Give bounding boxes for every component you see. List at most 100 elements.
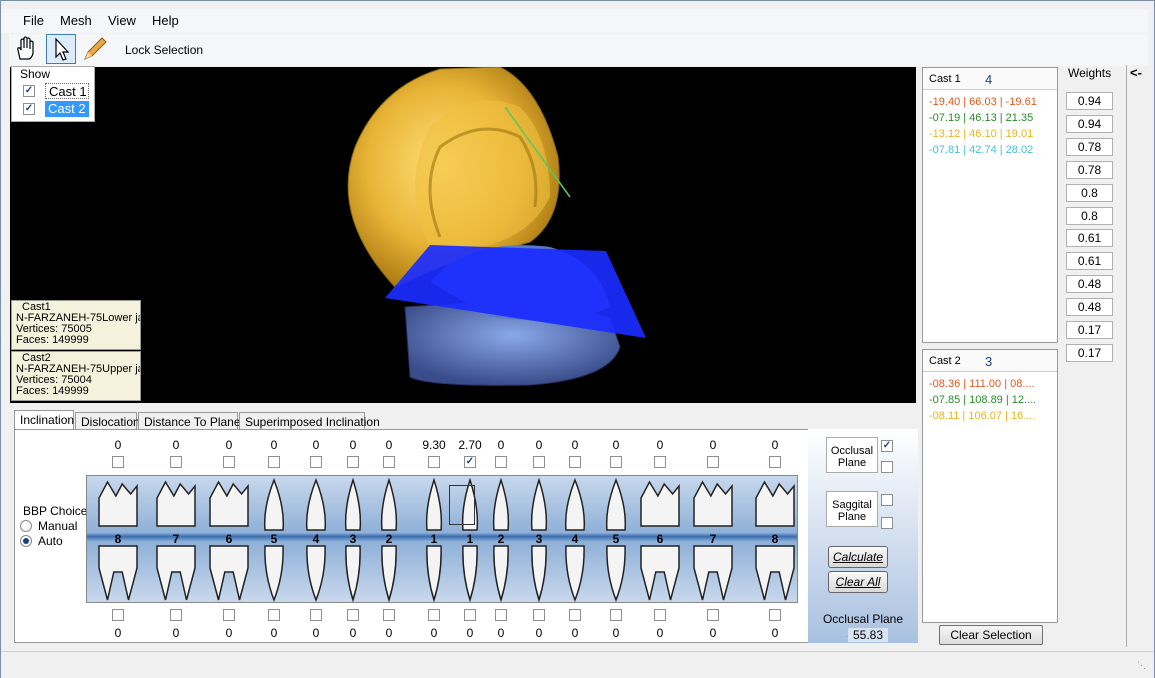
sagittal-checkbox-1[interactable] xyxy=(881,494,893,506)
upper-tooth-0-icon[interactable] xyxy=(97,478,139,532)
show-cast1-label[interactable]: Cast 1 xyxy=(45,83,89,99)
bottom-checkbox-3[interactable] xyxy=(268,609,280,621)
upper-tooth-2-icon[interactable] xyxy=(208,478,250,532)
weight-field-11[interactable]: 0.17 xyxy=(1066,343,1113,362)
top-checkbox-5[interactable] xyxy=(347,456,359,468)
lower-tooth-10-icon[interactable] xyxy=(529,544,549,602)
occlusal-plane-box[interactable]: Occlusal Plane xyxy=(826,437,878,473)
show-cast1-checkbox[interactable] xyxy=(23,85,35,97)
lower-tooth-15-icon[interactable] xyxy=(754,544,796,602)
lower-tooth-9-icon[interactable] xyxy=(491,544,511,602)
top-checkbox-0[interactable] xyxy=(112,456,124,468)
upper-tooth-11-icon[interactable] xyxy=(563,478,587,532)
top-checkbox-10[interactable] xyxy=(533,456,545,468)
upper-tooth-7-icon[interactable] xyxy=(424,478,444,532)
lower-tooth-13-icon[interactable] xyxy=(639,544,681,602)
bottom-checkbox-7[interactable] xyxy=(428,609,440,621)
lower-tooth-5-icon[interactable] xyxy=(343,544,363,602)
menu-view[interactable]: View xyxy=(108,13,136,28)
upper-tooth-9-icon[interactable] xyxy=(491,478,511,532)
bottom-checkbox-14[interactable] xyxy=(707,609,719,621)
top-checkbox-3[interactable] xyxy=(268,456,280,468)
pencil-icon[interactable] xyxy=(80,34,110,64)
bottom-checkbox-12[interactable] xyxy=(610,609,622,621)
cast2_list-row-0[interactable]: -08.36 | 111.00 | 08.... xyxy=(923,376,1057,392)
show-cast2-label[interactable]: Cast 2 xyxy=(45,101,89,117)
weight-field-5[interactable]: 0.8 xyxy=(1066,206,1113,225)
weight-field-0[interactable]: 0.94 xyxy=(1066,92,1113,110)
3d-viewport[interactable] xyxy=(10,67,916,403)
bottom-checkbox-11[interactable] xyxy=(569,609,581,621)
bbp-manual-radio[interactable] xyxy=(20,520,32,532)
tab-distance-to-plane[interactable]: Distance To Plane xyxy=(138,412,241,430)
occlusal-checkbox-2[interactable] xyxy=(881,461,893,473)
menu-mesh[interactable]: Mesh xyxy=(60,13,92,28)
hand-tool-icon[interactable] xyxy=(11,34,41,64)
calculate-button[interactable]: Calculate xyxy=(828,546,888,568)
resize-grip-icon[interactable]: ⋱ xyxy=(1137,660,1146,671)
top-checkbox-2[interactable] xyxy=(223,456,235,468)
top-checkbox-12[interactable] xyxy=(610,456,622,468)
upper-tooth-1-icon[interactable] xyxy=(155,478,197,532)
clear-selection-button[interactable]: Clear Selection xyxy=(939,625,1043,645)
teeth-chart[interactable]: 8 7 6 5 4 3 2 1 1 2 3 4 5 6 7 8 xyxy=(86,475,798,603)
cast1-list-panel[interactable]: Cast 1 4 -19.40 | 66.03 | -19.61 -07.19 |… xyxy=(922,67,1058,343)
sagittal-checkbox-2[interactable] xyxy=(881,517,893,529)
bottom-checkbox-4[interactable] xyxy=(310,609,322,621)
top-checkbox-11[interactable] xyxy=(569,456,581,468)
bottom-checkbox-15[interactable] xyxy=(769,609,781,621)
cast1_list-row-2[interactable]: -13.12 | 46.10 | 19.01 xyxy=(923,126,1057,142)
occlusal-checkbox-1[interactable] xyxy=(881,440,893,452)
lower-tooth-8-icon[interactable] xyxy=(460,544,480,602)
cast1_list-row-3[interactable]: -07.81 | 42.74 | 28.02 xyxy=(923,142,1057,158)
bottom-checkbox-1[interactable] xyxy=(170,609,182,621)
menu-file[interactable]: File xyxy=(23,13,44,28)
lower-tooth-1-icon[interactable] xyxy=(155,544,197,602)
top-checkbox-14[interactable] xyxy=(707,456,719,468)
cast1_list-row-0[interactable]: -19.40 | 66.03 | -19.61 xyxy=(923,94,1057,110)
lower-tooth-2-icon[interactable] xyxy=(208,544,250,602)
top-checkbox-7[interactable] xyxy=(428,456,440,468)
weight-field-9[interactable]: 0.48 xyxy=(1066,298,1113,317)
clear-all-button[interactable]: Clear All xyxy=(828,571,888,593)
bottom-checkbox-13[interactable] xyxy=(654,609,666,621)
lower-tooth-7-icon[interactable] xyxy=(424,544,444,602)
bottom-checkbox-2[interactable] xyxy=(223,609,235,621)
top-checkbox-15[interactable] xyxy=(769,456,781,468)
lower-tooth-11-icon[interactable] xyxy=(563,544,587,602)
weight-field-10[interactable]: 0.17 xyxy=(1066,321,1113,339)
weight-field-1[interactable]: 0.94 xyxy=(1066,114,1113,133)
upper-tooth-5-icon[interactable] xyxy=(343,478,363,532)
weight-field-3[interactable]: 0.78 xyxy=(1066,160,1113,179)
upper-tooth-13-icon[interactable] xyxy=(639,478,681,532)
top-checkbox-9[interactable] xyxy=(495,456,507,468)
weight-field-8[interactable]: 0.48 xyxy=(1066,275,1113,294)
cast2-list-panel[interactable]: Cast 2 3 -08.36 | 111.00 | 08.... -07.85 … xyxy=(922,349,1058,623)
lower-tooth-12-icon[interactable] xyxy=(604,544,628,602)
bottom-checkbox-10[interactable] xyxy=(533,609,545,621)
lower-tooth-4-icon[interactable] xyxy=(304,544,328,602)
tab-inclination[interactable]: Inclination xyxy=(14,410,74,430)
bbp-auto-label[interactable]: Auto xyxy=(38,534,63,548)
cast2_list-row-1[interactable]: -07.85 | 108.89 | 12.... xyxy=(923,392,1057,408)
upper-tooth-3-icon[interactable] xyxy=(262,478,286,532)
lock-selection-label[interactable]: Lock Selection xyxy=(125,43,203,57)
upper-tooth-6-icon[interactable] xyxy=(379,478,399,532)
show-cast2-checkbox[interactable] xyxy=(23,103,35,115)
tab-dislocation[interactable]: Dislocation xyxy=(75,412,140,430)
top-checkbox-13[interactable] xyxy=(654,456,666,468)
top-checkbox-8[interactable] xyxy=(464,456,476,468)
top-checkbox-1[interactable] xyxy=(170,456,182,468)
bbp-auto-radio[interactable] xyxy=(20,535,32,547)
weight-field-7[interactable]: 0.61 xyxy=(1066,252,1113,271)
upper-tooth-12-icon[interactable] xyxy=(604,478,628,532)
top-checkbox-4[interactable] xyxy=(310,456,322,468)
menu-help[interactable]: Help xyxy=(152,13,179,28)
bottom-checkbox-9[interactable] xyxy=(495,609,507,621)
lower-tooth-0-icon[interactable] xyxy=(97,544,139,602)
lower-tooth-6-icon[interactable] xyxy=(379,544,399,602)
side-toggle-button[interactable]: <- xyxy=(1130,65,1142,80)
upper-tooth-14-icon[interactable] xyxy=(692,478,734,532)
sagittal-plane-box[interactable]: Saggital Plane xyxy=(826,491,878,527)
weight-field-6[interactable]: 0.61 xyxy=(1066,229,1113,248)
